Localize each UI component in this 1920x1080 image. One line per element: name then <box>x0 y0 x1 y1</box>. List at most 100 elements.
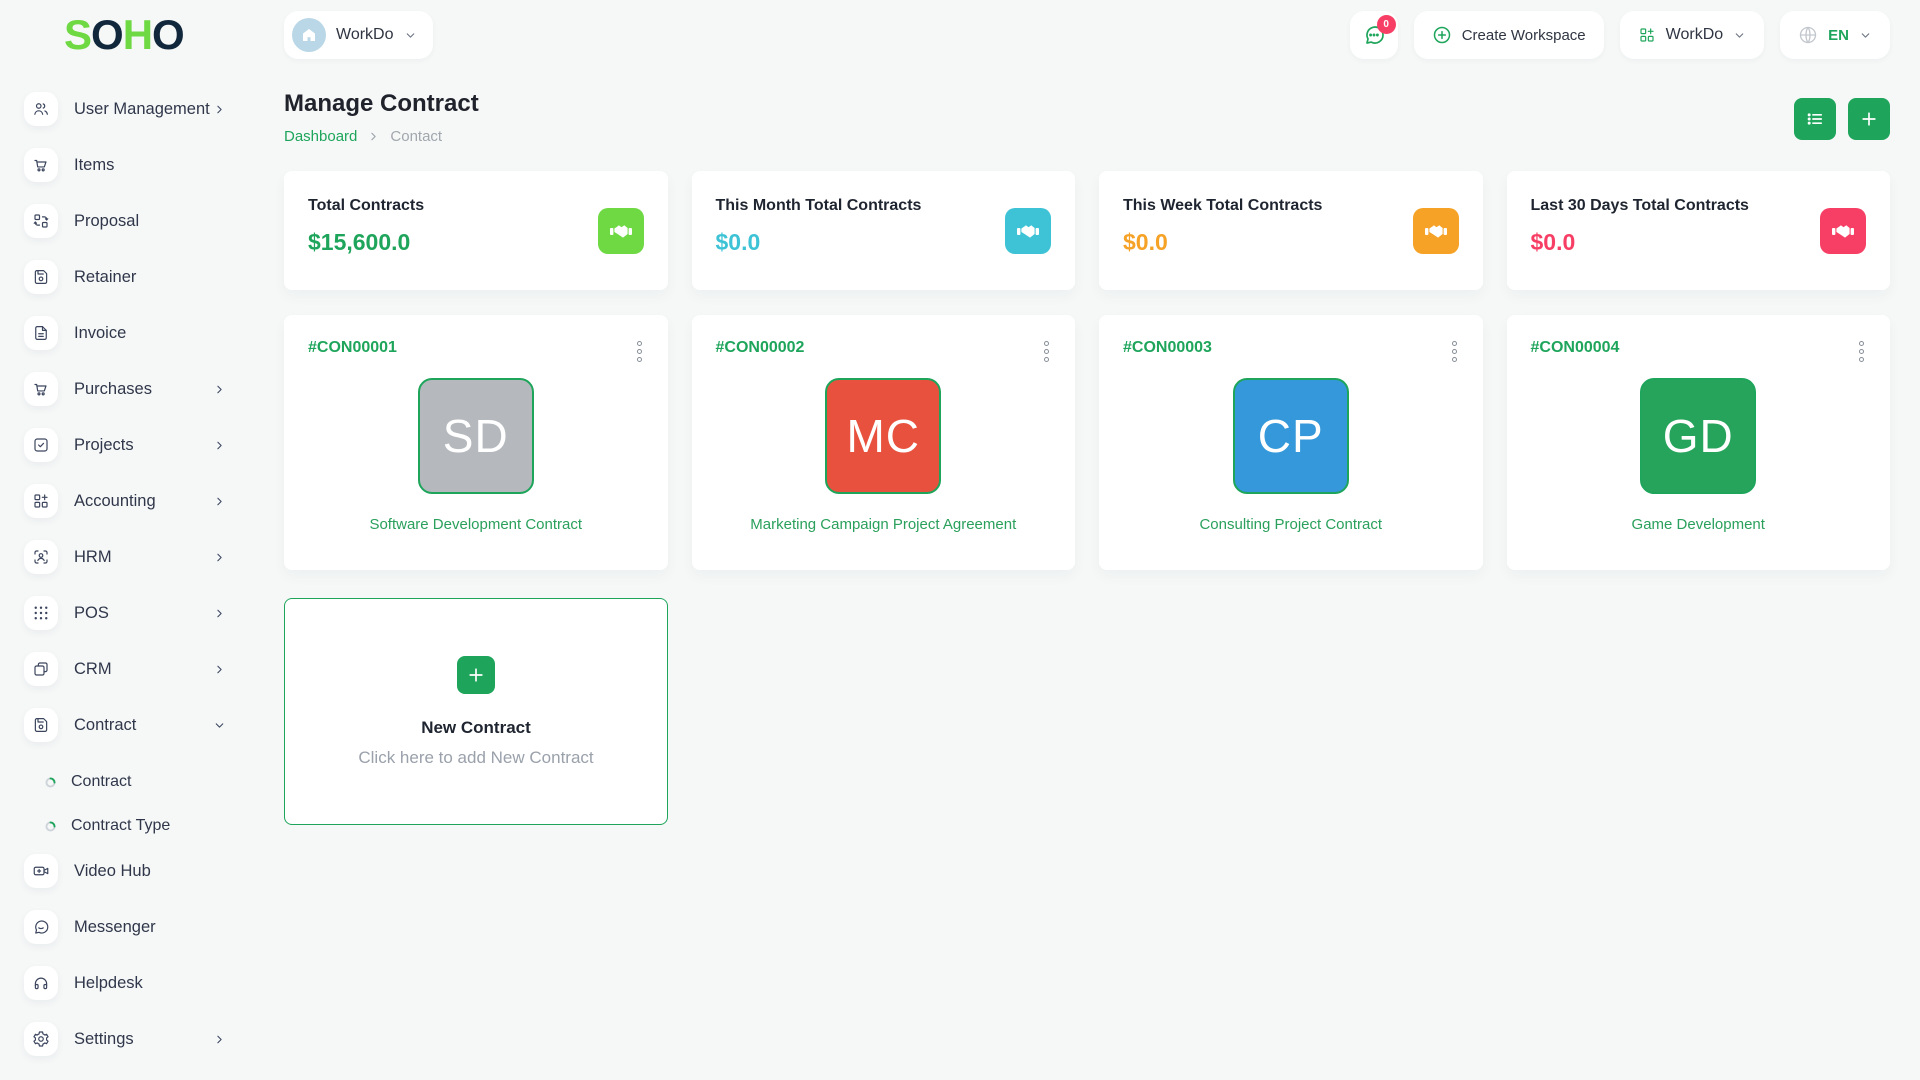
contract-id: #CON00001 <box>308 339 397 356</box>
plus-circle-icon <box>1432 25 1452 45</box>
contract-name-link[interactable]: Consulting Project Contract <box>1199 516 1382 533</box>
language-selector[interactable]: EN <box>1780 11 1890 59</box>
page-actions <box>1794 98 1890 140</box>
contract-card--con00002: #CON00002 MC Marketing Campaign Project Ag… <box>691 315 1075 570</box>
chat-icon <box>24 910 58 944</box>
chevron-down-icon <box>1859 29 1872 42</box>
swap-boxes-icon <box>24 204 58 238</box>
chevron-right-icon <box>213 495 226 508</box>
video-icon <box>24 854 58 888</box>
users-icon <box>24 92 58 126</box>
sidebar-item-items[interactable]: Items <box>24 148 252 182</box>
globe-icon <box>1798 25 1818 45</box>
sidebar-submenu-contract: Contract Contract Type <box>24 760 252 848</box>
save-icon <box>24 260 58 294</box>
dots-grid-icon <box>24 596 58 630</box>
contract-name-link[interactable]: Game Development <box>1632 516 1765 533</box>
sidebar-subitem-label: Contract <box>71 773 132 790</box>
sidebar-item-label: Purchases <box>74 379 152 398</box>
sidebar-item-crm[interactable]: CRM <box>24 652 252 686</box>
sidebar-item-settings[interactable]: Settings <box>24 1022 252 1056</box>
stat-label: This Month Total Contracts <box>715 197 922 214</box>
contract-menu-button[interactable] <box>1450 339 1459 364</box>
contract-name-link[interactable]: Software Development Contract <box>369 516 582 533</box>
create-workspace-button[interactable]: Create Workspace <box>1413 11 1604 59</box>
chevron-right-icon <box>213 551 226 564</box>
sidebar-subitem-label: Contract Type <box>71 817 171 834</box>
list-view-button[interactable] <box>1794 98 1836 140</box>
stat-label: This Week Total Contracts <box>1123 197 1323 214</box>
sidebar-item-invoice[interactable]: Invoice <box>24 316 252 350</box>
logo-letter: H <box>122 11 153 58</box>
main-content: Manage Contract Dashboard Contact Total … <box>252 72 1920 1080</box>
grid-plus-icon <box>24 484 58 518</box>
sidebar-item-label: HRM <box>74 547 112 566</box>
breadcrumb-dashboard-link[interactable]: Dashboard <box>284 128 357 145</box>
header-actions: 0 Create Workspace WorkDo EN <box>1349 11 1890 59</box>
chat-button[interactable]: 0 <box>1349 11 1398 59</box>
sidebar-item-messenger[interactable]: Messenger <box>24 910 252 944</box>
sidebar-item-label: Items <box>74 155 115 174</box>
contract-avatar[interactable]: CP <box>1232 378 1349 494</box>
logo-letter: O <box>152 11 185 58</box>
grid-plus-icon <box>1638 26 1656 44</box>
contract-card--con00003: #CON00003 CP Consulting Project Contract <box>1099 315 1483 570</box>
chevron-down-icon <box>213 719 226 732</box>
new-contract-row: New Contract Click here to add New Contr… <box>284 598 1890 825</box>
workspace-switcher-label: WorkDo <box>336 26 394 43</box>
workspace-switcher[interactable]: WorkDo <box>284 11 433 59</box>
contracts-row: #CON00001 SD Software Development Contract… <box>284 315 1890 570</box>
sidebar-item-label: Messenger <box>74 917 156 936</box>
handshake-icon <box>1005 207 1051 254</box>
chevron-right-icon <box>213 607 226 620</box>
stat-amount: $0.0 <box>1123 229 1168 255</box>
stat-label: Total Contracts <box>308 197 425 214</box>
new-contract-title: New Contract <box>421 717 531 737</box>
app-dropdown[interactable]: WorkDo <box>1619 11 1765 59</box>
sidebar-item-projects[interactable]: Projects <box>24 428 252 462</box>
sidebar-item-label: Retainer <box>74 267 137 286</box>
sidebar-item-video-hub[interactable]: Video Hub <box>24 854 252 888</box>
scan-user-icon <box>24 540 58 574</box>
cart-icon <box>24 148 58 182</box>
contract-avatar[interactable]: SD <box>417 378 534 494</box>
sidebar-subitem-contract-type[interactable]: Contract Type <box>24 804 252 848</box>
sidebar-item-label: Accounting <box>74 491 156 510</box>
page-title: Manage Contract <box>284 90 479 117</box>
sidebar-item-retainer[interactable]: Retainer <box>24 260 252 294</box>
contract-avatar[interactable]: MC <box>825 378 942 494</box>
sidebar-item-contract[interactable]: Contract <box>24 708 252 742</box>
sidebar-item-label: POS <box>74 603 109 622</box>
sidebar-item-accounting[interactable]: Accounting <box>24 484 252 518</box>
sidebar-item-label: Projects <box>74 435 134 454</box>
sidebar-item-label: Proposal <box>74 211 140 230</box>
new-contract-plus-button[interactable] <box>457 655 495 694</box>
sidebar-item-purchases[interactable]: Purchases <box>24 372 252 406</box>
language-code: EN <box>1828 26 1849 44</box>
sidebar-subitem-contract[interactable]: Contract <box>24 760 252 804</box>
stat-amount: $0.0 <box>715 229 761 255</box>
donut-bullet-icon <box>44 820 57 833</box>
contract-card--con00004: #CON00004 GD Game Development <box>1506 315 1890 570</box>
new-contract-card[interactable]: New Contract Click here to add New Contr… <box>284 598 668 825</box>
sidebar-item-proposal[interactable]: Proposal <box>24 204 252 238</box>
handshake-icon <box>1820 207 1866 254</box>
chevron-right-icon <box>213 103 226 116</box>
sidebar-item-helpdesk[interactable]: Helpdesk <box>24 966 252 1000</box>
contract-menu-button[interactable] <box>635 339 644 364</box>
add-contract-button[interactable] <box>1848 98 1890 140</box>
handshake-icon <box>1412 207 1459 254</box>
contract-card--con00001: #CON00001 SD Software Development Contract <box>284 315 668 570</box>
sidebar-item-label: Helpdesk <box>74 973 143 992</box>
chevron-right-icon <box>213 383 226 396</box>
contract-avatar[interactable]: GD <box>1640 378 1757 494</box>
contract-name-link[interactable]: Marketing Campaign Project Agreement <box>750 516 1016 533</box>
sidebar-item-hrm[interactable]: HRM <box>24 540 252 574</box>
contract-menu-button[interactable] <box>1857 339 1866 364</box>
logo-letter: S <box>64 11 92 58</box>
cart-icon <box>24 372 58 406</box>
contract-menu-button[interactable] <box>1042 339 1051 364</box>
sidebar-item-user-management[interactable]: User Management <box>24 92 252 126</box>
invoice-icon <box>24 316 58 350</box>
sidebar-item-pos[interactable]: POS <box>24 596 252 630</box>
